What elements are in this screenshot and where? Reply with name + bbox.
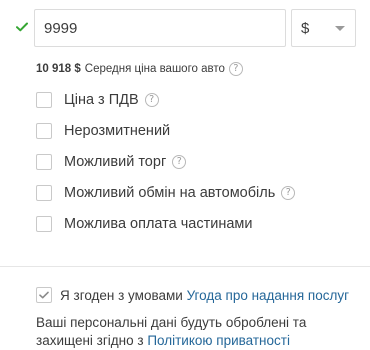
checkbox[interactable] (36, 216, 52, 232)
terms-agreement[interactable]: Я згоден з умовами Угода про надання пос… (36, 285, 349, 305)
help-icon[interactable]: ? (144, 93, 159, 107)
option-installments[interactable]: Можлива оплата частинами (36, 214, 252, 234)
option-label: Можлива оплата частинами (64, 216, 253, 232)
option-label: Можливий торг (64, 154, 167, 170)
price-input[interactable] (34, 9, 286, 47)
average-price-label: Середня ціна вашого авто (84, 63, 225, 75)
average-price-hint: 10 918 $ Середня ціна вашого авто ? (36, 62, 243, 76)
help-icon[interactable]: ? (228, 62, 243, 76)
option-vat[interactable]: Ціна з ПДВ ? (36, 90, 159, 110)
checkbox[interactable] (36, 154, 52, 170)
option-label: Можливий обмін на автомобіль (64, 185, 276, 201)
agreement-prefix: Я згоден з умовами (60, 287, 187, 303)
chevron-down-icon (335, 26, 345, 31)
price-form: $ 10 918 $ Середня ціна вашого авто ? Ці… (0, 0, 370, 350)
divider (0, 266, 370, 267)
option-label: Нерозмитнений (64, 123, 171, 139)
option-bargain[interactable]: Можливий торг ? (36, 152, 187, 172)
valid-check-icon (16, 22, 28, 32)
currency-value: $ (301, 19, 310, 37)
terms-link[interactable]: Угода про надання послуг (187, 288, 349, 303)
privacy-notice: Ваші персональні дані будуть оброблені т… (36, 314, 356, 350)
agreement-text: Я згоден з умовами Угода про надання пос… (60, 288, 349, 303)
option-car-exchange[interactable]: Можливий обмін на автомобіль ? (36, 183, 296, 203)
option-label: Ціна з ПДВ (64, 92, 139, 108)
currency-select[interactable]: $ (291, 9, 356, 47)
help-icon[interactable]: ? (281, 186, 296, 200)
checkbox[interactable] (36, 92, 52, 108)
option-not-cleared[interactable]: Нерозмитнений (36, 121, 170, 141)
checkbox[interactable] (36, 185, 52, 201)
average-price-amount: 10 918 $ (36, 63, 81, 75)
privacy-policy-link[interactable]: Політикою приватності (147, 333, 290, 348)
agreement-checkbox[interactable] (36, 287, 52, 303)
checkbox[interactable] (36, 123, 52, 139)
help-icon[interactable]: ? (172, 155, 187, 169)
checkmark-icon (39, 291, 49, 299)
